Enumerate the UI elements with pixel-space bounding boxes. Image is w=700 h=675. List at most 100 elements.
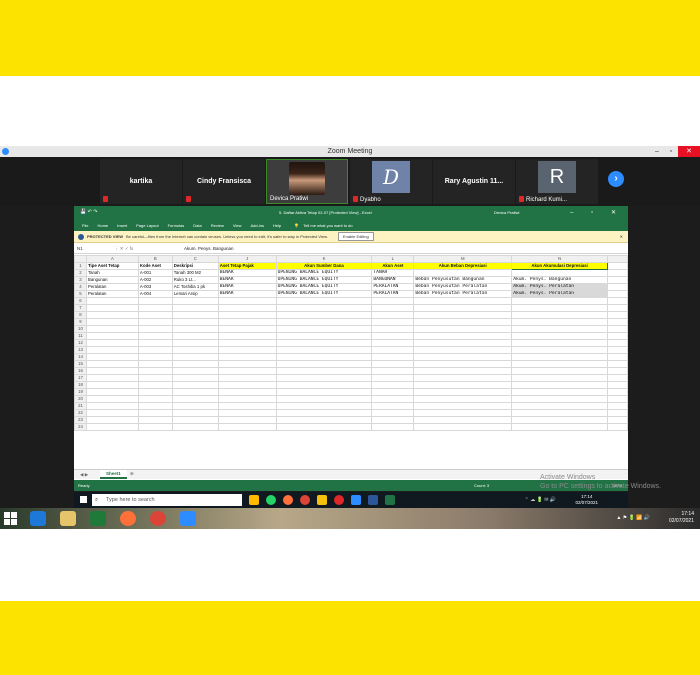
sheet-tab[interactable]: Sheet1 [100,470,127,479]
cell[interactable] [217,311,277,319]
cell[interactable] [171,381,219,389]
select-all-corner[interactable] [74,255,87,263]
cell[interactable] [511,353,608,361]
cell[interactable] [607,353,628,361]
cell[interactable] [85,395,139,403]
cell[interactable] [275,395,373,403]
column-header[interactable]: A [85,255,139,263]
row-number[interactable]: 12 [74,339,87,347]
row-number[interactable]: 7 [74,304,87,312]
row-number[interactable]: 20 [74,395,87,403]
row-number[interactable]: 15 [74,360,87,368]
cell[interactable]: Ruko 3 Lt... [171,276,219,284]
cell[interactable] [511,269,608,277]
cell[interactable] [371,325,415,333]
cell[interactable] [371,332,415,340]
cell[interactable]: Peralatan [85,290,139,298]
column-header[interactable]: N [511,255,608,263]
cell[interactable] [137,311,173,319]
cell[interactable] [137,395,173,403]
cell[interactable] [171,332,219,340]
cell[interactable] [137,367,173,375]
cell[interactable] [413,332,513,340]
cell[interactable] [85,346,139,354]
cell[interactable] [511,304,608,312]
cell[interactable] [85,325,139,333]
cell[interactable] [511,297,608,305]
cell[interactable] [85,304,139,312]
participant-tile[interactable]: kartika [100,159,182,204]
cell[interactable] [371,409,415,417]
cell[interactable] [371,311,415,319]
local-clock[interactable]: 17:14 02/07/2021 [669,511,694,525]
cell[interactable] [275,367,373,375]
cell[interactable] [607,360,628,368]
firefox-icon[interactable] [120,511,136,526]
row-number[interactable]: 23 [74,416,87,424]
row-number[interactable]: 5 [74,290,87,298]
cell[interactable] [511,381,608,389]
ribbon-tab[interactable]: Home [97,223,108,228]
cell[interactable] [217,388,277,396]
cell[interactable] [137,325,173,333]
cell[interactable] [511,395,608,403]
row-number[interactable]: 2 [74,269,87,277]
system-tray-icons[interactable]: ⌃ ☁ 🔋 ✉ 🔊 [525,497,556,503]
excel-window-controls[interactable]: – ▫ ✕ [570,209,624,216]
cell[interactable] [371,367,415,375]
cell[interactable] [217,346,277,354]
cell[interactable] [413,360,513,368]
cell[interactable] [371,360,415,368]
spreadsheet-grid[interactable]: A B C J K L M N 1 Tipe Aset Tetap Kode A… [74,255,628,469]
cell[interactable] [371,423,415,431]
cell[interactable] [85,381,139,389]
cell[interactable] [275,304,373,312]
ribbon-tab[interactable]: View [233,223,242,228]
row-number[interactable]: 3 [74,276,87,284]
cell[interactable] [607,416,628,424]
firefox-icon[interactable] [283,495,293,505]
cell[interactable]: BENAR [217,283,277,291]
column-header[interactable]: J [217,255,277,263]
cell[interactable] [413,311,513,319]
cell[interactable] [275,388,373,396]
file-explorer-icon[interactable] [60,511,76,526]
windows-start-icon[interactable] [80,496,87,503]
cell[interactable]: Akum. Penys. Peralatan [511,283,608,291]
cell[interactable] [413,269,513,277]
cell[interactable] [171,423,219,431]
cell[interactable] [275,402,373,410]
file-explorer-icon[interactable] [249,495,259,505]
cell[interactable] [413,381,513,389]
cell[interactable]: A-004 [137,290,173,298]
cell[interactable] [137,409,173,417]
cell[interactable]: OPENING BALANCE EQUITY [275,269,373,277]
cell[interactable] [371,339,415,347]
cell[interactable] [217,416,277,424]
column-header[interactable]: B [137,255,173,263]
zoom-icon[interactable] [351,495,361,505]
cell[interactable] [137,402,173,410]
cell[interactable] [607,388,628,396]
cell[interactable] [171,304,219,312]
cell[interactable] [217,381,277,389]
windows-start-icon[interactable] [4,512,17,525]
ribbon-tab[interactable]: Data [193,223,201,228]
add-sheet-icon[interactable]: ⊕ [130,471,134,477]
cell[interactable] [511,402,608,410]
cell[interactable] [275,325,373,333]
ribbon-tab[interactable]: File [82,223,88,228]
cell[interactable]: Beban Penyusutan Peralatan [413,290,513,298]
cell[interactable] [275,332,373,340]
cell[interactable] [371,416,415,424]
minimize-button[interactable]: – [650,146,664,157]
cell[interactable]: A-003 [137,283,173,291]
cell[interactable] [371,402,415,410]
participant-tile[interactable]: Rary Agustin 11... [433,159,515,204]
cell[interactable] [171,339,219,347]
row-number[interactable]: 19 [74,388,87,396]
participant-tile[interactable]: Cindy Fransisca [183,159,265,204]
cell[interactable] [511,332,608,340]
cell[interactable] [607,269,628,277]
zoom-icon[interactable] [180,511,196,526]
